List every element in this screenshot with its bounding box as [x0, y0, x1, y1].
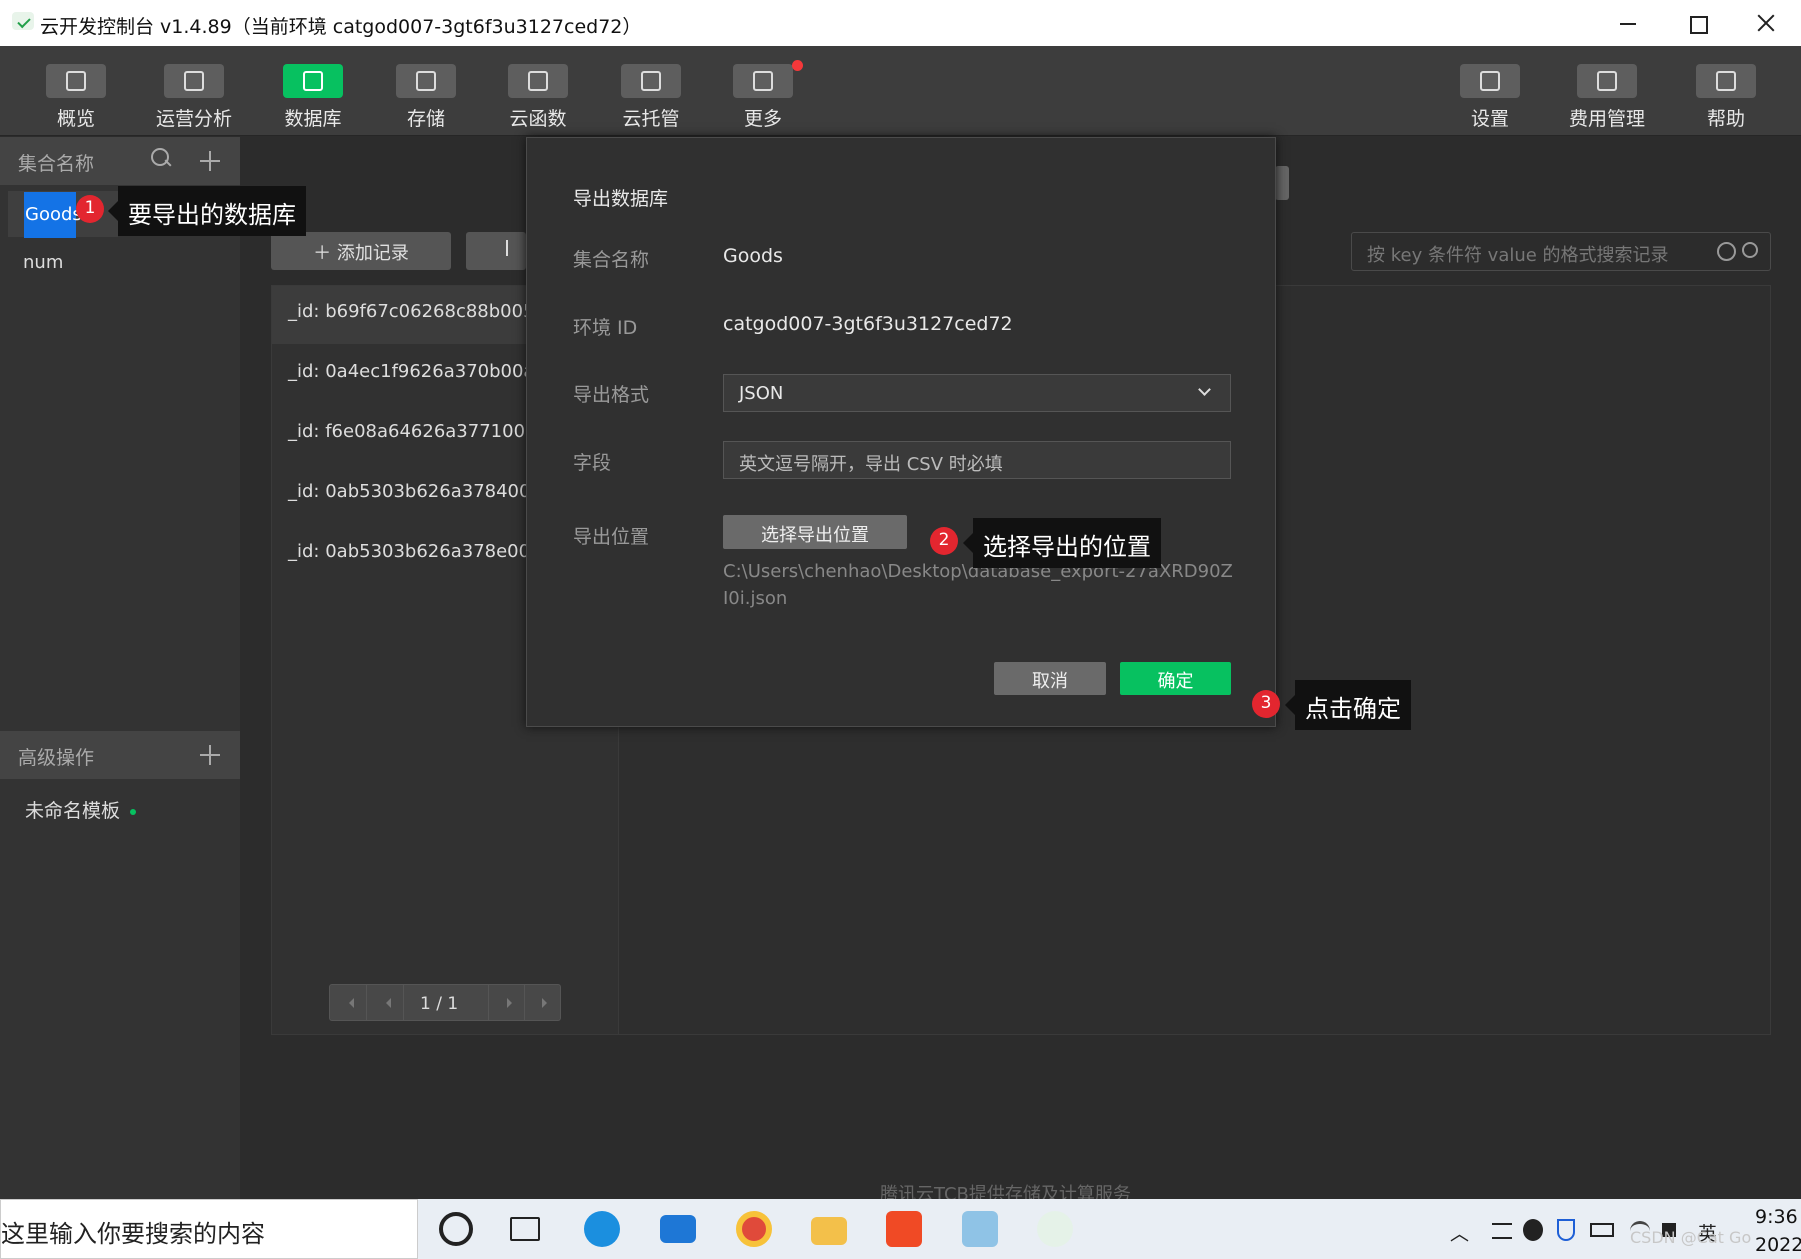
- task-view-icon[interactable]: [510, 1217, 540, 1241]
- export-dialog: 导出数据库 集合名称 Goods 环境 ID catgod007-3gt6f3u…: [526, 137, 1276, 727]
- confirm-button[interactable]: 确定: [1120, 662, 1231, 695]
- toolbar-overview[interactable]: 概览: [16, 64, 136, 134]
- prev-page-button[interactable]: [367, 985, 404, 1020]
- window-title: 云开发控制台 v1.4.89（当前环境 catgod007-3gt6f3u312…: [40, 16, 642, 38]
- toolbar-analytics[interactable]: 运营分析: [134, 64, 254, 134]
- collection-item-num[interactable]: num: [8, 239, 118, 285]
- collections-header: 集合名称: [0, 137, 240, 185]
- download-icon: [506, 240, 508, 256]
- toolbar-billing[interactable]: 费用管理: [1547, 64, 1667, 134]
- template-item[interactable]: 未命名模板: [25, 796, 120, 823]
- clock-time: 9:36: [1755, 1206, 1798, 1228]
- taskbar-search-input[interactable]: 这里输入你要搜索的内容: [0, 1199, 418, 1259]
- choose-location-button[interactable]: 选择导出位置: [723, 515, 907, 549]
- format-label: 导出格式: [573, 384, 650, 406]
- box-icon: [621, 64, 681, 98]
- windows-taskbar: 这里输入你要搜索的内容 ︿ 英 9:36 2022/5: [0, 1199, 1801, 1259]
- pagination: 1 / 1: [329, 984, 561, 1021]
- gear-icon: [1460, 64, 1520, 98]
- save-icon: [396, 64, 456, 98]
- chevron-down-icon: [1198, 383, 1211, 396]
- info-icon[interactable]: [1717, 242, 1736, 261]
- battery-icon[interactable]: [1590, 1223, 1614, 1237]
- cancel-button[interactable]: 取消: [994, 662, 1106, 695]
- file-explorer-icon[interactable]: [811, 1217, 847, 1245]
- toolbar-help[interactable]: 帮助: [1666, 64, 1786, 134]
- last-page-button[interactable]: [524, 985, 561, 1020]
- collections-sidebar: 集合名称 Goods num 高级操作: [0, 137, 240, 1199]
- notepad-icon[interactable]: [962, 1211, 998, 1247]
- toolbar-database[interactable]: 数据库: [253, 64, 373, 134]
- annotation-badge-1: 1: [76, 195, 104, 223]
- fields-input[interactable]: 英文逗号隔开，导出 CSV 时必填: [723, 441, 1231, 479]
- clock-date: 2022/5: [1755, 1234, 1801, 1256]
- format-select[interactable]: JSON: [723, 374, 1231, 412]
- annotation-3: 点击确定: [1285, 680, 1411, 730]
- cloud-console-icon[interactable]: [1037, 1211, 1073, 1247]
- watermark: CSDN @Cat Go: [1630, 1228, 1752, 1247]
- search-icon[interactable]: [1742, 242, 1758, 258]
- wallet-icon: [1577, 64, 1637, 98]
- toolbar-cloud-functions[interactable]: 云函数: [478, 64, 598, 134]
- advanced-header: 高级操作: [0, 731, 240, 779]
- download-button[interactable]: [466, 232, 526, 270]
- fields-label: 字段: [573, 452, 612, 474]
- record-search-input[interactable]: 按 key 条件符 value 的格式搜索记录: [1351, 232, 1771, 271]
- collection-value: Goods: [723, 245, 783, 267]
- chevron-up-icon[interactable]: ︿: [1450, 1219, 1469, 1246]
- mail-icon[interactable]: [660, 1215, 696, 1243]
- help-icon: [1696, 64, 1756, 98]
- app-logo-icon: [12, 12, 34, 30]
- layers-icon: [733, 64, 793, 98]
- c-app-icon[interactable]: [886, 1211, 922, 1247]
- cortana-icon[interactable]: [439, 1212, 473, 1246]
- add-collection-icon[interactable]: [200, 151, 220, 171]
- status-dot: [130, 809, 136, 815]
- add-record-button[interactable]: ＋ 添加记录: [271, 232, 451, 270]
- toolbar-settings[interactable]: 设置: [1430, 64, 1550, 134]
- next-page-button[interactable]: [488, 985, 525, 1020]
- edge-icon[interactable]: [584, 1211, 620, 1247]
- function-icon: [508, 64, 568, 98]
- qq-icon[interactable]: [1523, 1219, 1543, 1241]
- env-label: 环境 ID: [573, 317, 638, 339]
- env-value: catgod007-3gt6f3u3127ced72: [723, 313, 1013, 335]
- collection-label: 集合名称: [573, 249, 650, 271]
- add-template-icon[interactable]: [200, 745, 220, 765]
- scrollbar[interactable]: [1275, 166, 1289, 200]
- annotation-1: 要导出的数据库: [108, 186, 306, 236]
- toolbar-more[interactable]: 更多: [703, 60, 823, 134]
- toolbar-cloud-hosting[interactable]: 云托管: [591, 64, 711, 134]
- annotation-badge-3: 3: [1252, 690, 1280, 718]
- annotation-2: 选择导出的位置: [963, 518, 1161, 568]
- minimize-button[interactable]: [1602, 6, 1654, 40]
- shield-icon[interactable]: [1557, 1219, 1575, 1241]
- database-icon: [283, 64, 343, 98]
- toolbar-storage[interactable]: 存储: [366, 64, 486, 134]
- network-toggle-icon[interactable]: [1492, 1223, 1512, 1239]
- close-button[interactable]: [1740, 6, 1792, 40]
- dialog-title: 导出数据库: [573, 188, 669, 210]
- title-bar: 云开发控制台 v1.4.89（当前环境 catgod007-3gt6f3u312…: [0, 0, 1801, 46]
- taskbar-clock[interactable]: 9:36 2022/5: [1755, 1203, 1801, 1259]
- app-window: 云开发控制台 v1.4.89（当前环境 catgod007-3gt6f3u312…: [0, 0, 1801, 1259]
- notification-dot: [792, 60, 803, 71]
- bar-chart-icon: [164, 64, 224, 98]
- chrome-icon[interactable]: [736, 1211, 772, 1247]
- location-label: 导出位置: [573, 526, 650, 548]
- annotation-badge-2: 2: [930, 527, 958, 555]
- first-page-button[interactable]: [330, 985, 367, 1020]
- page-indicator[interactable]: 1 / 1: [420, 994, 458, 1014]
- search-icon[interactable]: [150, 147, 172, 169]
- maximize-button[interactable]: [1671, 6, 1723, 40]
- main-toolbar: 概览 运营分析 数据库 存储 云函数 云托管 更多 设置 费用管理 帮助: [0, 46, 1801, 136]
- grid-icon: [46, 64, 106, 98]
